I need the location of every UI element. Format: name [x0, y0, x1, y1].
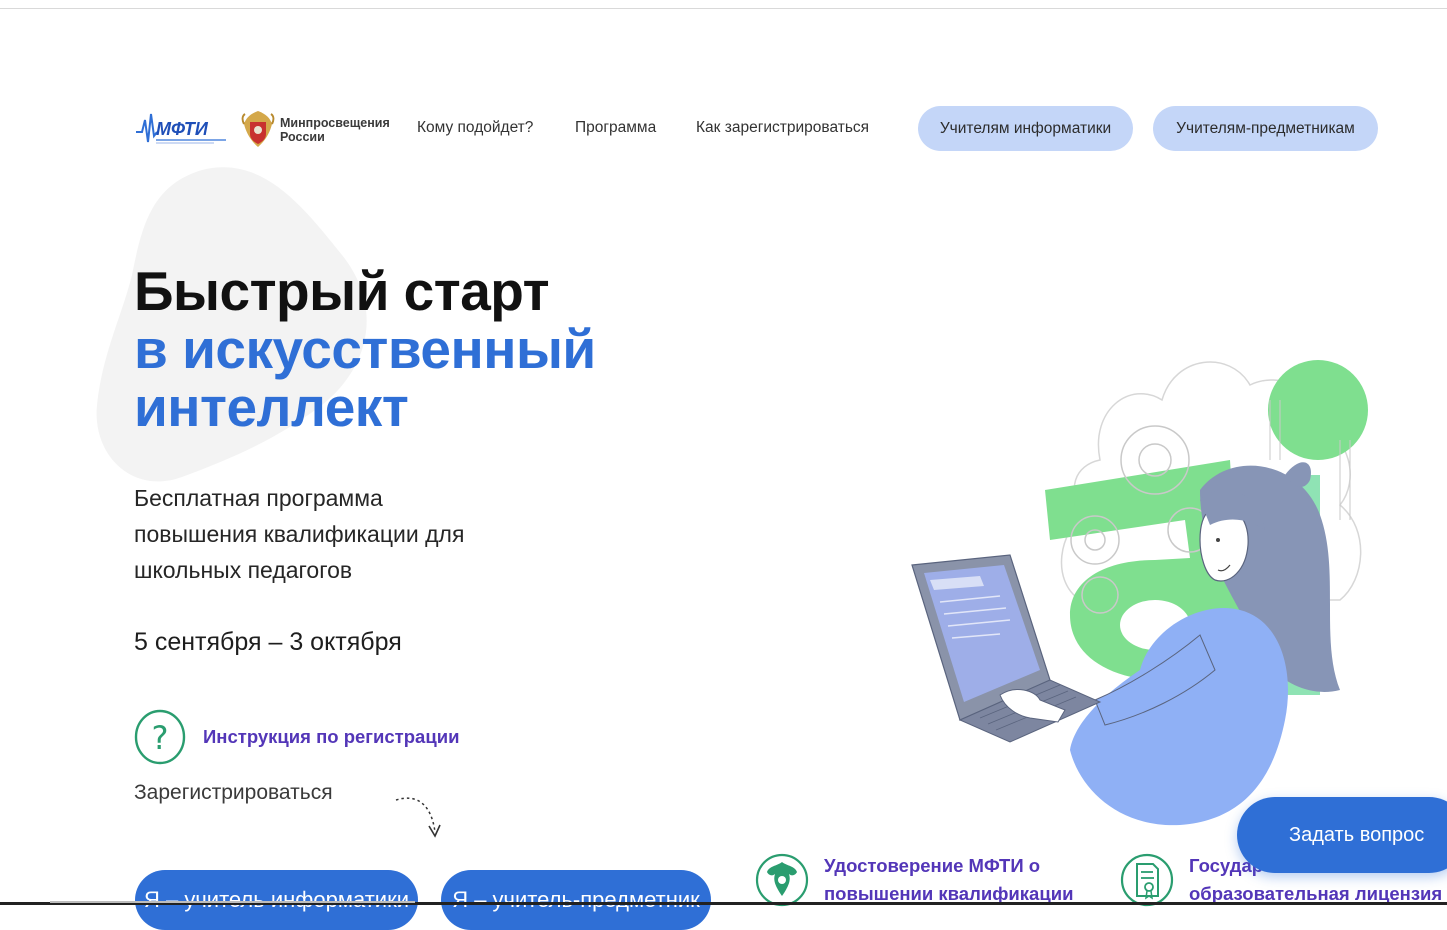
teacher-laptop-illustration — [911, 360, 1368, 826]
hero-title: Быстрый старт в искусственный интеллект — [134, 262, 596, 436]
mipt-logo-icon[interactable]: МФТИ — [134, 110, 230, 148]
top-divider — [0, 8, 1447, 9]
hero-title-line2: в искусственный — [134, 318, 596, 380]
horizontal-scrollbar[interactable] — [50, 901, 415, 903]
hero-subtitle-line3: школьных педагогов — [134, 557, 353, 583]
registration-instructions-link[interactable]: Инструкция по регистрации — [203, 726, 459, 748]
cta-cs-teacher[interactable]: Я – учитель информатики — [135, 870, 418, 930]
eagle-emblem-icon — [755, 853, 809, 907]
program-dates: 5 сентября – 3 октября — [134, 628, 402, 656]
pill-cs-teachers[interactable]: Учителям информатики — [918, 106, 1133, 151]
ministry-logo-line1: Минпросвещения — [280, 116, 390, 130]
document-license-icon — [1120, 853, 1174, 907]
ministry-emblem-icon — [241, 111, 275, 147]
svg-text:?: ? — [152, 719, 169, 757]
svg-text:МФТИ: МФТИ — [156, 119, 209, 139]
ministry-logo-text: Минпросвещения России — [280, 116, 390, 144]
hero-title-line1: Быстрый старт — [134, 260, 550, 322]
hero-subtitle-line1: Бесплатная программа — [134, 485, 383, 511]
curved-arrow-down-icon — [395, 797, 441, 838]
hero-title-line3: интеллект — [134, 376, 409, 438]
nav-who-fits[interactable]: Кому подойдет? — [417, 119, 533, 137]
hero-subtitle-line2: повышения квалификации для — [134, 521, 465, 547]
ministry-logo-line2: России — [280, 130, 325, 144]
certificate-line1: Удостоверение МФТИ о — [824, 855, 1041, 876]
nav-program[interactable]: Программа — [575, 119, 656, 137]
question-circle-icon[interactable]: ? — [134, 709, 186, 765]
certificate-text: Удостоверение МФТИ о повышении квалифика… — [824, 852, 1073, 908]
nav-how-to-register[interactable]: Как зарегистрироваться — [696, 119, 869, 137]
cta-subject-teacher[interactable]: Я – учитель-предметник — [441, 870, 711, 930]
pill-subject-teachers[interactable]: Учителям-предметникам — [1153, 106, 1378, 151]
ask-question-button[interactable]: Задать вопрос — [1237, 797, 1447, 873]
register-label: Зарегистрироваться — [134, 781, 333, 804]
hero-subtitle: Бесплатная программа повышения квалифика… — [134, 480, 554, 588]
